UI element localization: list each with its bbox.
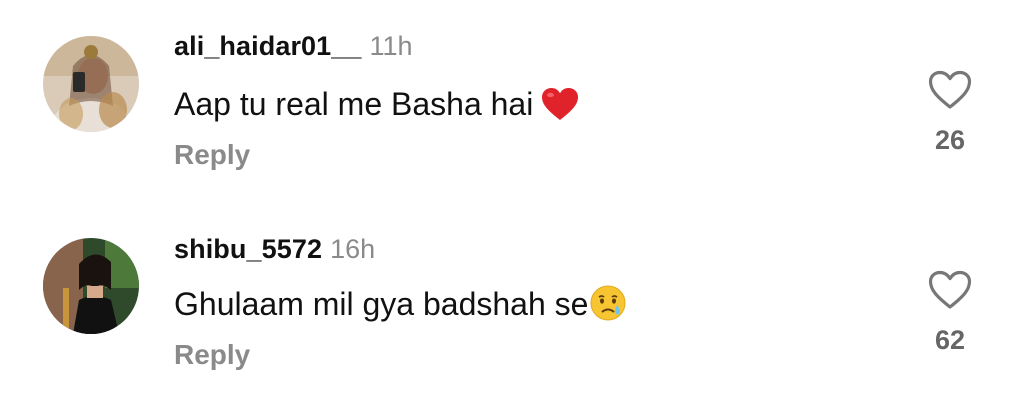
reply-button[interactable]: Reply xyxy=(174,138,250,172)
comment-text: Ghulaam mil gya badshah se xyxy=(174,284,626,330)
like-count: 26 xyxy=(934,125,966,155)
reply-button[interactable]: Reply xyxy=(174,338,250,372)
comment-item: ali_haidar01__ 11h Aap tu real me Basha h… xyxy=(0,0,1024,190)
comment-header: shibu_5572 16h xyxy=(174,233,375,265)
avatar-image xyxy=(43,238,139,334)
username[interactable]: ali_haidar01__ xyxy=(174,31,362,61)
timestamp: 11h xyxy=(369,31,413,61)
crying-face-emoji xyxy=(590,285,626,330)
like-control: 26 xyxy=(920,70,980,156)
comment-header: ali_haidar01__ 11h xyxy=(174,30,413,62)
heart-outline-icon[interactable] xyxy=(928,270,972,310)
red-heart-emoji xyxy=(541,87,579,130)
comment-text: Aap tu real me Basha hai xyxy=(174,84,579,130)
username[interactable]: shibu_5572 xyxy=(174,234,322,264)
like-count: 62 xyxy=(934,325,966,355)
avatar-image xyxy=(43,36,139,132)
avatar[interactable] xyxy=(43,238,139,334)
comment-body: Aap tu real me Basha hai xyxy=(174,86,534,122)
comment-body: Ghulaam mil gya badshah se xyxy=(174,286,589,322)
like-control: 62 xyxy=(920,270,980,356)
timestamp: 16h xyxy=(330,234,376,264)
avatar[interactable] xyxy=(43,36,139,132)
comment-item: shibu_5572 16h Ghulaam mil gya badshah se… xyxy=(0,200,1024,390)
heart-outline-icon[interactable] xyxy=(928,70,972,110)
